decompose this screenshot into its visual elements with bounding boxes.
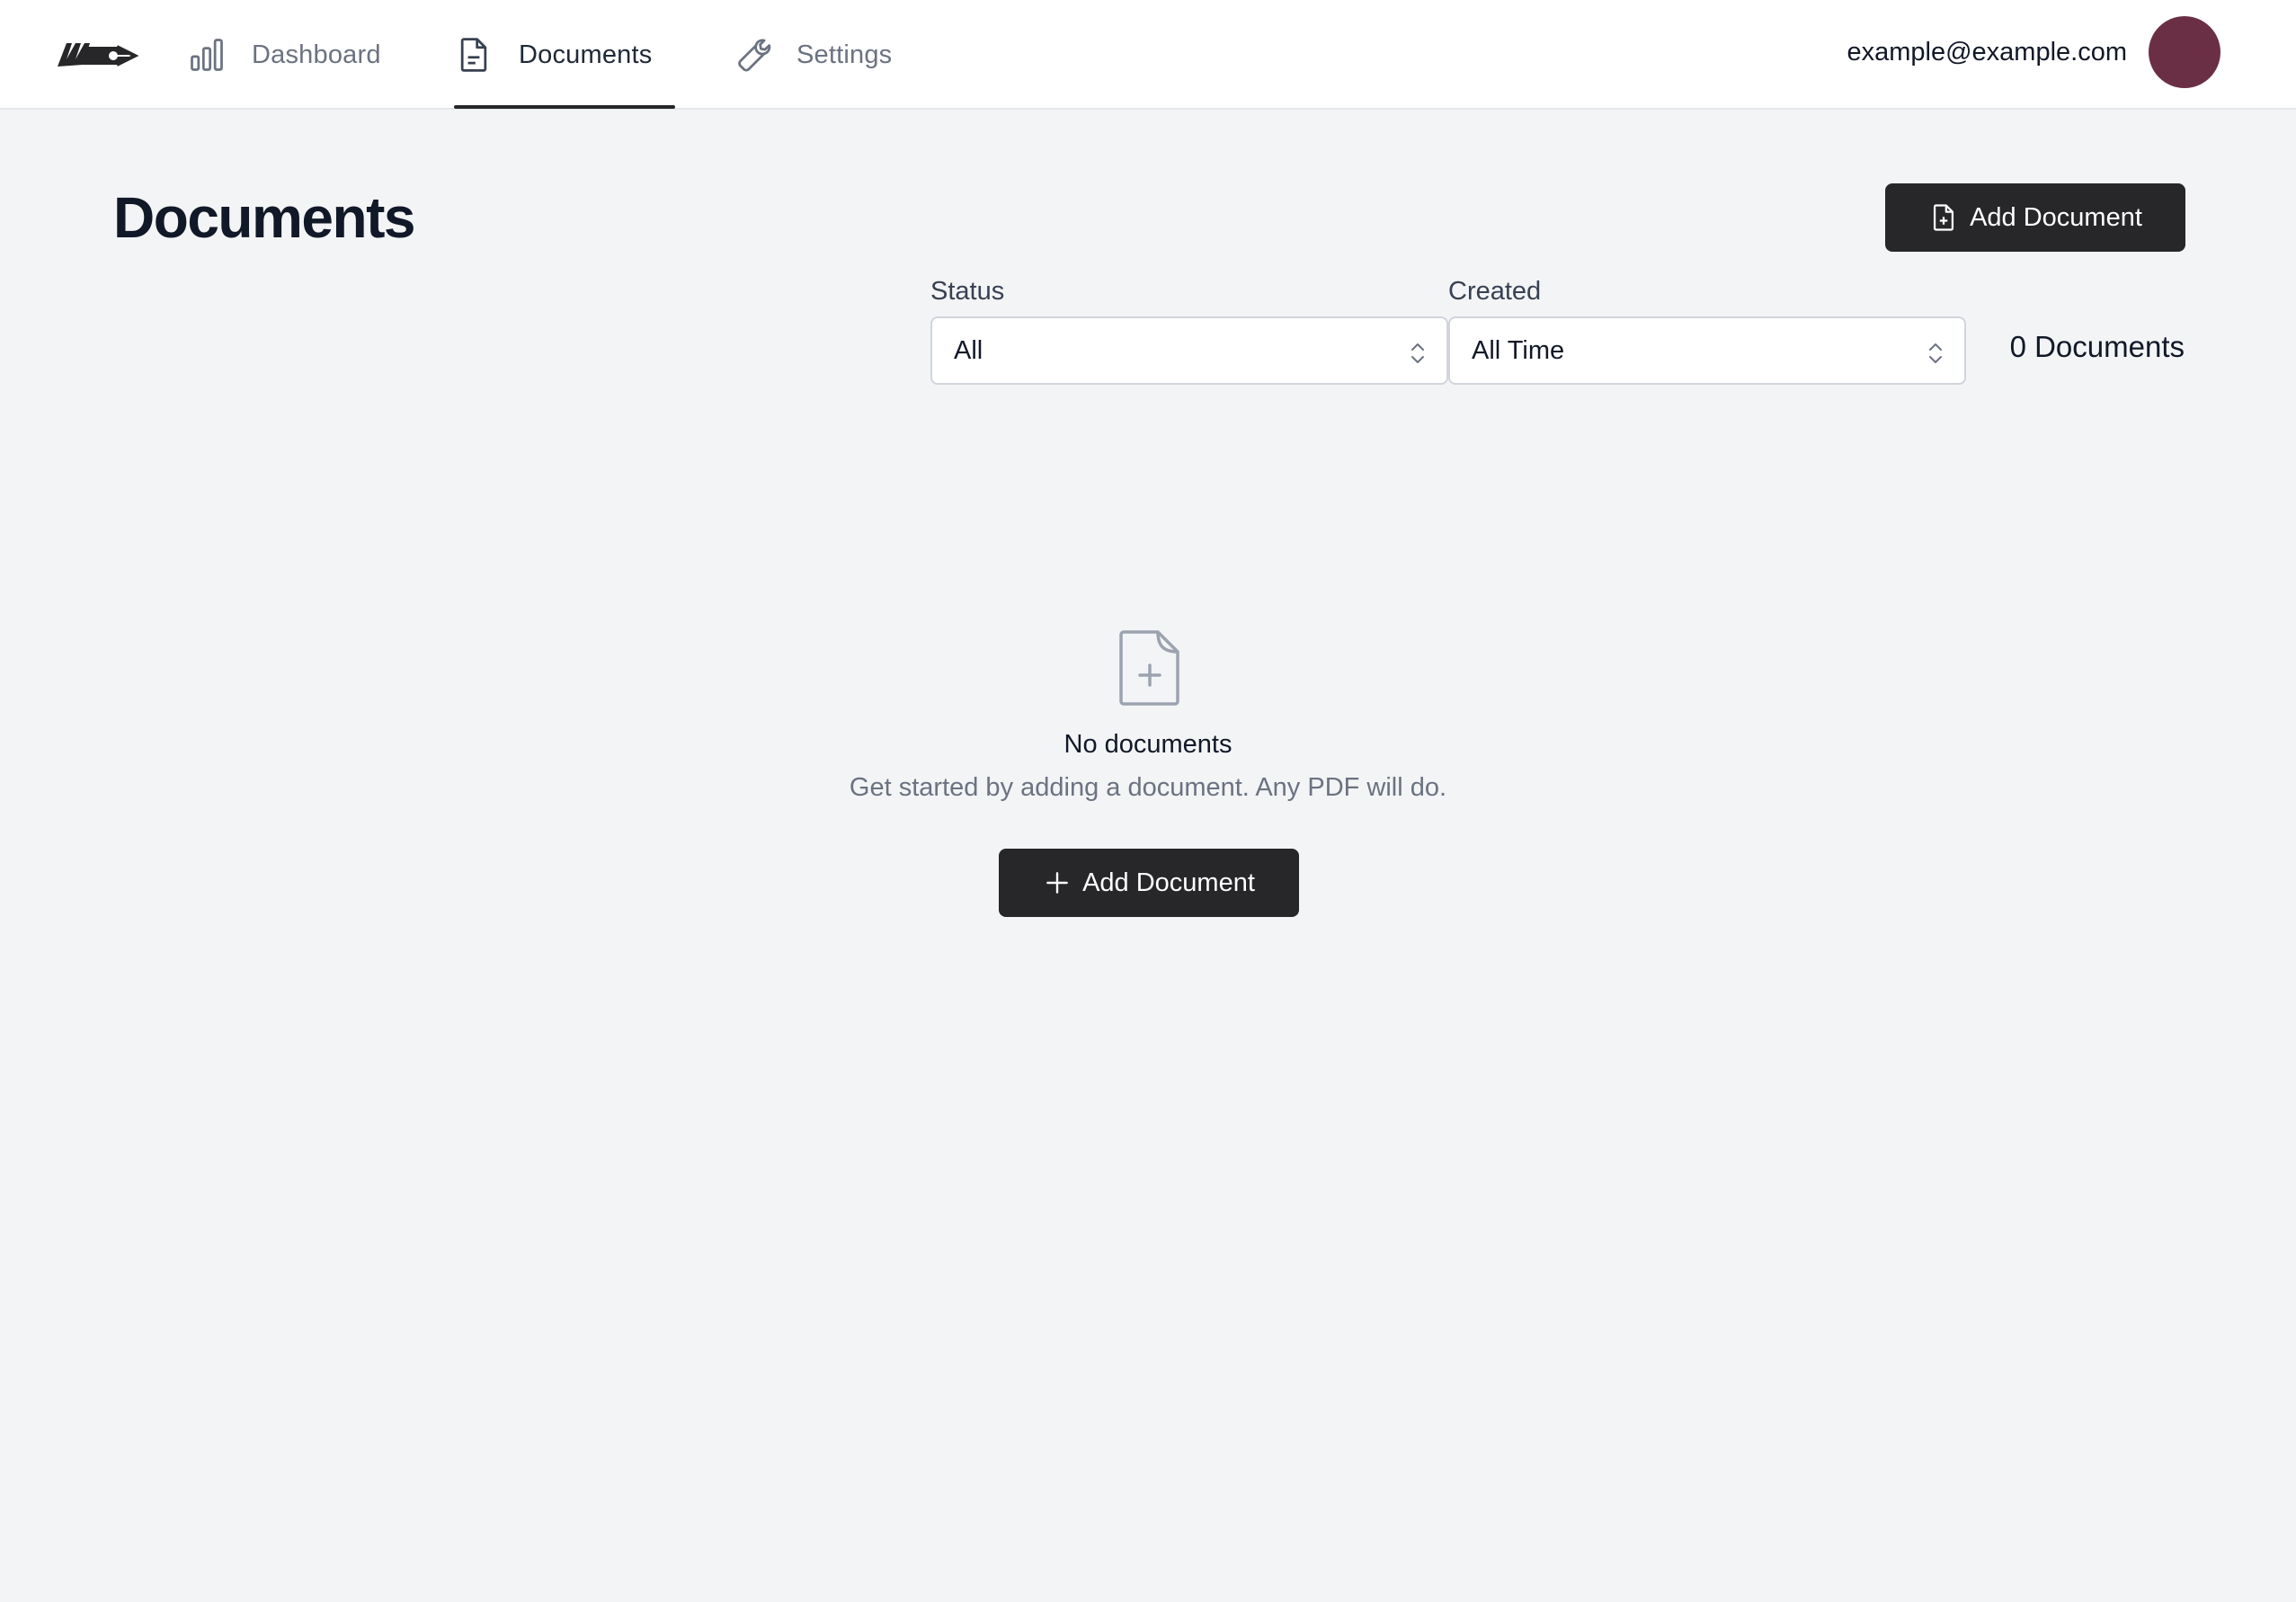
document-icon [454,35,494,75]
nav-tab-settings[interactable]: Settings [732,0,892,110]
chevron-up-down-icon [1929,343,1942,363]
created-filter-select[interactable]: All Time [1448,316,1966,385]
nav-tab-dashboard[interactable]: Dashboard [187,0,381,110]
document-plus-icon [1119,630,1179,706]
empty-state-add-document-button[interactable]: Add Document [999,849,1299,917]
nav-tab-documents[interactable]: Documents [454,0,652,110]
active-tab-indicator [454,105,675,109]
document-count: 0 Documents [2009,330,2185,363]
nav-label: Settings [796,40,893,69]
empty-state-title: No documents [1063,730,1233,759]
status-filter-value: All [954,335,983,365]
document-plus-icon [1928,200,1959,235]
empty-state-subtitle: Get started by adding a document. Any PD… [849,773,1447,802]
pen-logo-icon [58,43,139,67]
add-document-button-label: Add Document [1970,202,2142,232]
nav-label: Dashboard [252,40,381,69]
status-filter-select[interactable]: All [930,316,1448,385]
add-document-button[interactable]: Add Document [1885,183,2185,252]
wrench-icon [732,35,771,75]
created-filter-label: Created [1448,277,1542,306]
status-filter-label: Status [930,277,1005,306]
user-email: example@example.com [1847,38,2127,67]
empty-state-add-document-label: Add Document [1082,868,1255,897]
page-title: Documents [113,185,416,250]
app-logo[interactable] [54,32,144,76]
user-avatar[interactable] [2149,16,2220,88]
plus-icon [1043,868,1072,897]
bar-chart-icon [187,35,227,75]
nav-label: Documents [519,40,653,69]
created-filter-value: All Time [1472,335,1565,365]
top-navigation-bar: Dashboard Documents Settings example@exa… [0,0,2296,110]
chevron-up-down-icon [1411,343,1424,363]
